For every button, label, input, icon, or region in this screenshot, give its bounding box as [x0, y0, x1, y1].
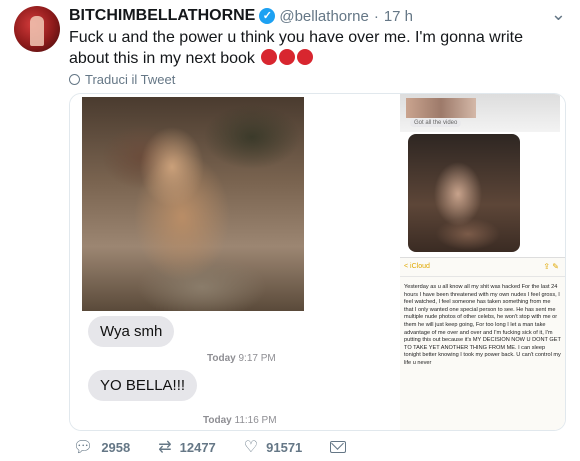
- avatar-figure: [30, 16, 44, 46]
- reply-count: 2958: [101, 439, 131, 455]
- message-bubble: YO BELLA!!!: [88, 370, 198, 401]
- like-button[interactable]: ♡ 91571: [244, 437, 303, 457]
- message-timestamp: Today 11:16 PM: [203, 415, 277, 426]
- pixelated-video-thumbnail: [408, 134, 520, 252]
- globe-icon: [69, 74, 80, 85]
- translate-tweet-link[interactable]: Traduci il Tweet: [69, 72, 175, 87]
- notes-screenshot: < iCloud ⇪ ✎ Yesterday as u all know all…: [400, 257, 565, 430]
- notes-body: Yesterday as u all know all my shit was …: [404, 284, 561, 366]
- notes-toolbar: < iCloud ⇪ ✎: [400, 258, 565, 277]
- retweet-button[interactable]: ⇄ 12477: [158, 437, 216, 457]
- tweet-time[interactable]: 17 h: [384, 8, 413, 25]
- translate-label: Traduci il Tweet: [85, 72, 176, 87]
- pixelated-photo: [82, 97, 304, 311]
- handle[interactable]: @bellathorne: [279, 8, 368, 25]
- tweet-actions: 💬︎ 2958 ⇄ 12477 ♡ 91571: [73, 437, 374, 457]
- media-image-left[interactable]: Wya smh Today 9:17 PM YO BELLA!!! Today …: [70, 94, 397, 430]
- direct-message-button[interactable]: [330, 441, 347, 453]
- heart-icon: ♡: [243, 439, 259, 456]
- timestamp-time: 9:17 PM: [238, 353, 276, 364]
- tweet-header: BITCHIMBELLATHORNE ✓ @bellathorne · 17 h…: [69, 4, 566, 26]
- message-bubble: Wya smh: [88, 316, 175, 347]
- separator: ·: [373, 7, 379, 25]
- media-image-right[interactable]: Got all the video < iCloud ⇪ ✎ Yesterday…: [400, 94, 565, 430]
- angry-face-icon: [297, 49, 314, 65]
- timestamp-time: 11:16 PM: [234, 415, 277, 426]
- retweet-count: 12477: [179, 439, 216, 455]
- phone-screenshot-top: Got all the video: [400, 94, 560, 132]
- avatar[interactable]: [14, 6, 60, 52]
- pixelated-thumbnail: [406, 98, 476, 118]
- chevron-down-icon[interactable]: ⌄: [551, 4, 566, 25]
- tweet-text: Fuck u and the power u think you have ov…: [69, 27, 564, 69]
- got-videos-label: Got all the video: [410, 119, 462, 127]
- display-name[interactable]: BITCHIMBELLATHORNE: [69, 7, 255, 25]
- reply-button[interactable]: 💬︎ 2958: [73, 437, 130, 457]
- notes-share-edit-icon: ⇪ ✎: [543, 262, 559, 271]
- timestamp-day: Today: [207, 353, 236, 364]
- verified-badge-icon: ✓: [259, 8, 276, 24]
- notes-back-label: < iCloud: [404, 263, 430, 270]
- tweet-media[interactable]: Wya smh Today 9:17 PM YO BELLA!!! Today …: [69, 93, 566, 431]
- like-count: 91571: [266, 439, 303, 455]
- tweet-text-content: Fuck u and the power u think you have ov…: [69, 29, 523, 67]
- retweet-icon: ⇄: [158, 439, 172, 456]
- envelope-icon: [330, 441, 347, 453]
- angry-face-icon: [279, 49, 296, 65]
- angry-face-icon: [261, 49, 278, 65]
- reply-icon: 💬︎: [73, 439, 94, 456]
- timestamp-day: Today: [203, 415, 232, 426]
- message-timestamp: Today 9:17 PM: [207, 353, 276, 364]
